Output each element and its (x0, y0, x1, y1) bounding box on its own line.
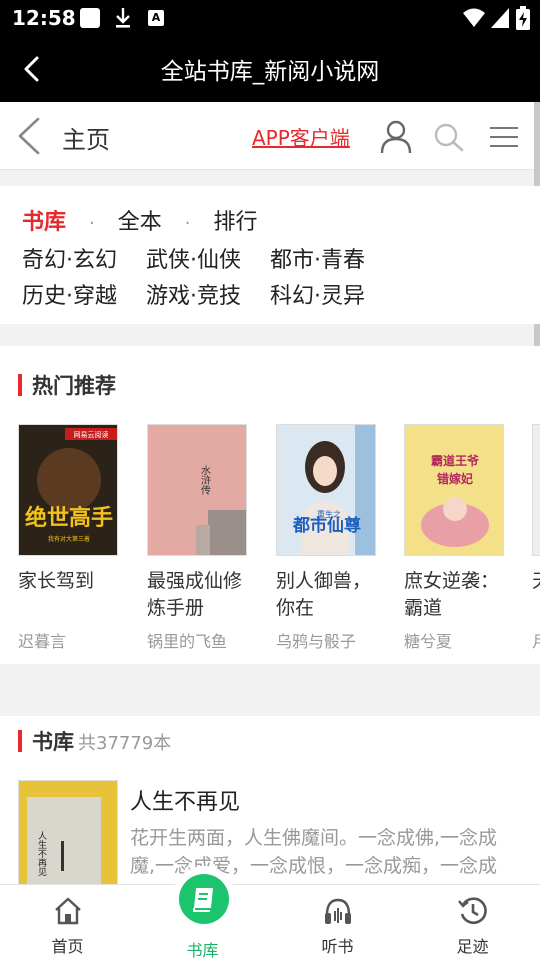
hot-recommendations: 热门推荐 网易云阅读 绝世高手 我有对大第三着 家长驾到 迟暮言 水浒传 最强成… (0, 346, 540, 664)
status-time: 12:58 (12, 6, 76, 30)
category-ranking[interactable]: 排行 (214, 204, 258, 236)
cover-art: 霸道王爷 错嫁妃 (405, 425, 503, 555)
home-title: 主页 (62, 126, 110, 154)
book-title[interactable]: 天的 (532, 568, 540, 622)
book-author: 迟暮言 (18, 632, 67, 651)
book-title[interactable]: 人生不再见 (130, 784, 240, 816)
category-urban[interactable]: 都市·青春 (270, 242, 365, 274)
book-title[interactable]: 最强成仙修炼手册 (147, 568, 247, 622)
nav-audiobook[interactable]: 听书 (270, 885, 405, 960)
book-author: 糖兮夏 (404, 632, 453, 651)
category-row-1: 书库 · 全本 · 排行 (22, 204, 258, 236)
book-cover[interactable]: 网易云阅读 绝世高手 我有对大第三着 (18, 424, 118, 556)
cover-art: 重生之 都市仙尊 (277, 425, 375, 555)
app-root: 12:58 A 全站书库_新阅小说网 主页 APP客户端 书库 · 全本 · 排… (0, 0, 540, 960)
chevron-left-icon[interactable] (14, 116, 44, 156)
book-card[interactable]: 天的 月 (532, 424, 540, 652)
book-card[interactable]: 网易云阅读 绝世高手 我有对大第三着 家长驾到 迟暮言 (18, 424, 118, 652)
page-title: 全站书库_新阅小说网 (160, 59, 380, 85)
search-icon[interactable] (432, 122, 466, 152)
category-row-2: 奇幻·玄幻 武侠·仙侠 都市·青春 (22, 242, 365, 274)
section-title-hot: 热门推荐 (18, 370, 116, 400)
book-cover[interactable]: 重生之 都市仙尊 (276, 424, 376, 556)
book-author: 锅里的飞鱼 (147, 632, 228, 651)
category-scifi[interactable]: 科幻·灵异 (270, 278, 365, 310)
book-title[interactable]: 家长驾到 (18, 568, 118, 622)
book-cover[interactable]: 霸道王爷 错嫁妃 (404, 424, 504, 556)
site-header: 主页 APP客户端 (0, 102, 540, 170)
user-icon[interactable] (380, 120, 412, 154)
book-title[interactable]: 别人御兽，你在 (276, 568, 376, 622)
nav-library-button[interactable] (172, 866, 236, 930)
book-card[interactable]: 水浒传 最强成仙修炼手册 锅里的飞鱼 (147, 424, 247, 652)
bottom-nav: 首页 书库 听书 足迹 (0, 884, 540, 960)
book-title[interactable]: 庶女逆袭：霸道 (404, 568, 504, 622)
nav-library-circle (179, 874, 229, 924)
cover-art: 水浒传 (148, 425, 246, 555)
headphones-icon (325, 898, 351, 924)
cover-title: 水浒传 (199, 465, 211, 496)
book-card[interactable]: 重生之 都市仙尊 别人御兽，你在 乌鸦与骰子 (276, 424, 376, 652)
book-cover[interactable]: 水浒传 (147, 424, 247, 556)
section-title-library: 书库 共37779本 (18, 726, 171, 756)
signal-icon (491, 8, 509, 28)
nav-label: 听书 (321, 937, 354, 956)
download-icon (116, 8, 130, 28)
library-count: 共37779本 (78, 733, 172, 754)
cover-title-2: 错嫁妃 (437, 471, 473, 486)
category-games[interactable]: 游戏·竞技 (146, 278, 241, 310)
category-wuxia[interactable]: 武侠·仙侠 (146, 242, 241, 274)
book-cover[interactable]: 人生不再见 (18, 780, 118, 886)
book-author: 乌鸦与骰子 (276, 632, 357, 651)
history-icon (458, 897, 487, 924)
category-fantasy[interactable]: 奇幻·玄幻 (22, 242, 117, 274)
notification-square-icon (80, 8, 100, 28)
nav-label: 首页 (51, 937, 84, 956)
category-library[interactable]: 书库 (22, 204, 66, 236)
cover-title: 绝世高手 (25, 505, 113, 531)
app-client-link[interactable]: APP客户端 (252, 122, 350, 151)
menu-icon[interactable] (490, 126, 518, 148)
book-cover[interactable] (532, 424, 540, 556)
category-history[interactable]: 历史·穿越 (22, 278, 117, 310)
nav-label: 足迹 (456, 937, 489, 956)
cover-title: 人生不再见 (36, 831, 47, 877)
book-card[interactable]: 霸道王爷 错嫁妃 庶女逆袭：霸道 糖兮夏 (404, 424, 504, 652)
nav-label: 书库 (186, 941, 219, 960)
book-icon (193, 888, 213, 912)
separator-dot: · (89, 213, 95, 234)
cover-badge: 网易云阅读 (74, 430, 109, 439)
library-title: 书库 (32, 730, 74, 754)
category-complete[interactable]: 全本 (118, 204, 162, 236)
home-icon (55, 897, 81, 925)
nav-home[interactable]: 首页 (0, 885, 135, 960)
cover-art: 网易云阅读 绝世高手 我有对大第三着 (19, 425, 117, 555)
cover-title: 霸道王爷 (431, 453, 480, 468)
battery-charging-icon (516, 6, 530, 30)
book-author: 月 (532, 628, 540, 652)
cover-art: 人生不再见 (19, 781, 117, 886)
category-nav: 书库 · 全本 · 排行 奇幻·玄幻 武侠·仙侠 都市·青春 历史·穿越 游戏·… (0, 186, 540, 324)
title-bar: 全站书库_新阅小说网 (0, 36, 540, 102)
category-row-3: 历史·穿越 游戏·竞技 科幻·灵异 (22, 278, 365, 310)
a-icon: A (148, 10, 164, 26)
library-section: 书库 共37779本 人生不再见 人生不再见 花开生两面，人生佛魔间。一念成佛,一… (0, 716, 540, 886)
cover-subtitle: 我有对大第三着 (48, 535, 90, 543)
wifi-icon (463, 8, 485, 27)
cover-title: 都市仙尊 (292, 515, 361, 536)
status-bar: 12:58 A (0, 0, 540, 36)
separator-dot: · (184, 213, 191, 234)
nav-history[interactable]: 足迹 (405, 885, 540, 960)
